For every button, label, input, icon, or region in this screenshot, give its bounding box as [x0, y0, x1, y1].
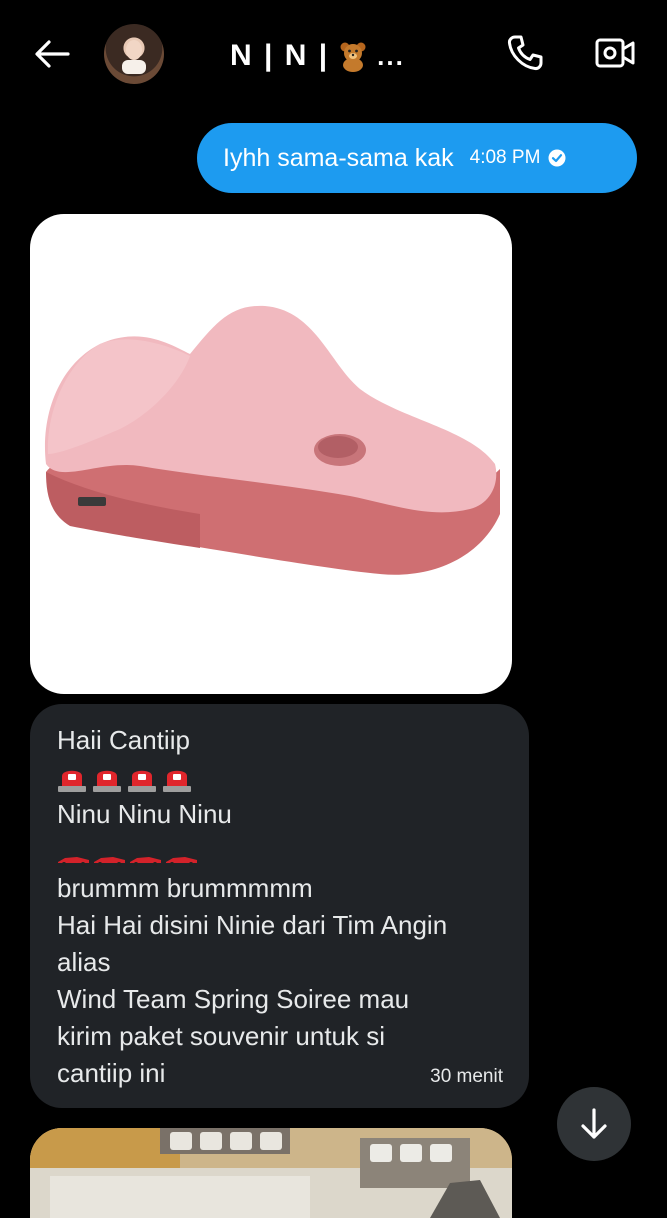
race-car-icon [166, 857, 197, 866]
conversation-title[interactable]: N | N | ... [230, 36, 405, 76]
video-call-button[interactable] [592, 30, 638, 76]
siren-emoji-row [57, 759, 503, 796]
message-line: Ninu Ninu Ninu [57, 799, 232, 829]
race-car-icon [130, 857, 161, 866]
title-text: N | N | [230, 39, 330, 72]
sent-message-time: 4:08 PM [469, 147, 541, 168]
back-arrow-icon [35, 40, 70, 68]
call-button[interactable] [502, 30, 548, 76]
read-check-icon [548, 149, 566, 167]
video-camera-icon [595, 38, 635, 68]
message-line: Wind Team Spring Soiree mau [57, 984, 410, 1014]
received-message-bubble[interactable]: Haii Cantiip Ninu Ninu Ninu brummm brumm… [30, 704, 529, 1108]
chat-header: N | N | ... [0, 0, 667, 110]
title-ellipsis: ... [377, 40, 405, 71]
pillow-product-image [44, 305, 500, 575]
avatar-face [126, 40, 142, 60]
received-message-time: 30 menit [430, 1066, 503, 1087]
photo-message[interactable] [30, 1128, 512, 1218]
race-car-icon [58, 857, 89, 866]
message-line: kirim paket souvenir untuk si [57, 1021, 386, 1051]
image-message[interactable] [30, 214, 512, 694]
message-line: brummm brummmmm [57, 873, 313, 903]
photo-preview-image [30, 1128, 512, 1218]
message-line: alias [57, 947, 111, 977]
siren-icon [128, 770, 156, 792]
race-car-emoji-row [57, 833, 503, 870]
siren-icon [163, 770, 191, 792]
siren-icon [58, 770, 86, 792]
sent-message-bubble[interactable]: Iyhh sama-sama kak 4:08 PM [197, 123, 637, 193]
message-line: Haii Cantiip [57, 725, 190, 755]
avatar[interactable] [104, 24, 164, 84]
phone-icon [507, 35, 543, 71]
bear-emoji-icon [340, 42, 366, 72]
scroll-to-bottom-button[interactable] [557, 1087, 631, 1161]
siren-icon [93, 770, 121, 792]
arrow-down-icon [581, 1108, 607, 1139]
avatar-hand [122, 60, 146, 74]
back-button[interactable] [30, 34, 74, 74]
race-car-icon [94, 857, 125, 866]
sent-message-text: Iyhh sama-sama kak [223, 143, 454, 172]
message-line: Hai Hai disini Ninie dari Tim Angin [57, 910, 448, 940]
